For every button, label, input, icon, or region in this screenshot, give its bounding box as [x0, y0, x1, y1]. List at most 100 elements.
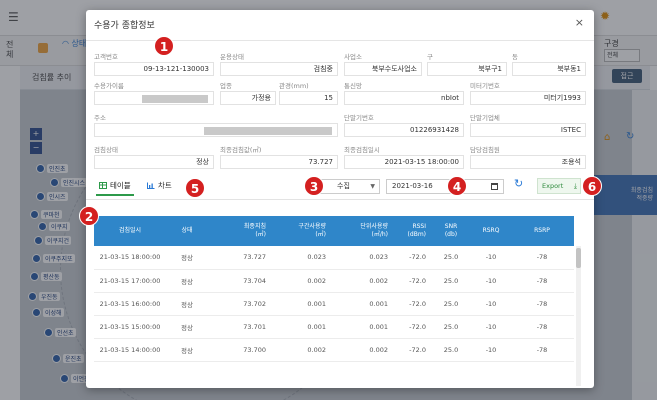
- divider: [86, 199, 594, 200]
- table-cell: 0.001: [330, 315, 392, 339]
- field-value: 미터기1993: [470, 91, 586, 105]
- field-value: 가정용: [220, 91, 276, 105]
- field-label: 운용상태: [220, 53, 244, 61]
- column-header[interactable]: RSSI (dBm): [392, 216, 430, 246]
- column-header[interactable]: RSRQ: [472, 216, 510, 246]
- field-value: 09-13-121-130003: [94, 62, 214, 76]
- table-cell: 73.700: [208, 338, 270, 362]
- column-header[interactable]: 최종지침 (㎥): [208, 216, 270, 246]
- scrollbar-thumb[interactable]: [576, 248, 581, 268]
- callout-marker: 6: [582, 176, 602, 196]
- refresh-icon[interactable]: ↻: [514, 177, 523, 190]
- field-value: 정상: [94, 155, 214, 169]
- table-row[interactable]: 21-03-15 14:00:00 정상 73.700 0.002 0.002 -72.0…: [94, 338, 574, 362]
- table-cell: -72.0: [392, 315, 430, 339]
- table-cell: -72.0: [392, 269, 430, 293]
- table-cell: 21-03-15 14:00:00: [94, 338, 166, 362]
- field-value: 검침중: [220, 62, 338, 76]
- callout-marker: 4: [447, 176, 467, 196]
- table-cell: -78: [510, 269, 574, 293]
- field-label: 고객번호: [94, 53, 118, 61]
- close-button[interactable]: ×: [575, 16, 584, 29]
- field-value: 73.727: [220, 155, 338, 169]
- field-label: 동: [512, 53, 518, 61]
- field-value: 15: [279, 91, 338, 105]
- column-header[interactable]: 검침일시: [94, 216, 166, 246]
- table-cell: 0.023: [270, 246, 330, 270]
- column-header[interactable]: 단위사용량 (㎥/h): [330, 216, 392, 246]
- field-label: 구: [427, 53, 433, 61]
- tab-table[interactable]: 테이블: [96, 178, 134, 196]
- table-cell: 정상: [166, 269, 208, 293]
- calendar-icon[interactable]: [491, 183, 498, 190]
- table-cell: 정상: [166, 246, 208, 270]
- field-label: 사업소: [344, 53, 362, 61]
- field-value: 북부동1: [512, 62, 586, 76]
- table-cell: -72.0: [392, 246, 430, 270]
- table-cell: -78: [510, 246, 574, 270]
- table-icon: [99, 182, 107, 189]
- column-header[interactable]: 상태: [166, 216, 208, 246]
- export-button[interactable]: Export ⤓: [537, 178, 581, 194]
- field-value: 2021-03-15 18:00:00: [344, 155, 464, 169]
- table-cell: -72.0: [392, 292, 430, 316]
- field-value: 북부수도사업소: [344, 62, 422, 76]
- column-header[interactable]: 구간사용량 (㎥): [270, 216, 330, 246]
- date-value: 2021-03-16: [392, 182, 433, 190]
- table-cell: -10: [472, 246, 510, 270]
- field-label: 수용가이름: [94, 82, 124, 90]
- table-cell: 정상: [166, 338, 208, 362]
- table-cell: -10: [472, 338, 510, 362]
- tab-label: 차트: [158, 181, 172, 190]
- download-icon: ⤓: [573, 182, 577, 190]
- interval-select[interactable]: 수집 ▼: [318, 179, 380, 194]
- field-value: ISTEC: [470, 123, 586, 137]
- table-cell: 0.001: [270, 292, 330, 316]
- table-cell: -10: [472, 315, 510, 339]
- table-cell: 21-03-15 16:00:00: [94, 292, 166, 316]
- field-label: 업종: [220, 82, 232, 90]
- redacted-name: [142, 95, 208, 103]
- callout-marker: 5: [185, 178, 205, 198]
- table-cell: 0.002: [270, 338, 330, 362]
- table-cell: 21-03-15 18:00:00: [94, 246, 166, 270]
- table-cell: 73.727: [208, 246, 270, 270]
- date-input[interactable]: 2021-03-16: [386, 179, 504, 194]
- table-cell: 0.002: [330, 338, 392, 362]
- table-row[interactable]: 21-03-15 16:00:00 정상 73.702 0.001 0.001 -72.0…: [94, 292, 574, 316]
- field-label: 담당검침원: [470, 146, 500, 154]
- field-label: 최종검침값(㎥): [220, 146, 262, 154]
- table-cell: 0.002: [330, 269, 392, 293]
- readings-table: 검침일시 상태 최종지침 (㎥) 구간사용량 (㎥) 단위사용량 (㎥/h) R…: [94, 216, 574, 362]
- callout-marker: 3: [304, 176, 324, 196]
- field-value: nbIot: [344, 91, 464, 105]
- table-cell: 25.0: [430, 315, 472, 339]
- table-cell: 정상: [166, 292, 208, 316]
- table-cell: 73.701: [208, 315, 270, 339]
- table-cell: 25.0: [430, 338, 472, 362]
- column-header[interactable]: RSRP: [510, 216, 574, 246]
- table-cell: 73.702: [208, 292, 270, 316]
- table-cell: 25.0: [430, 269, 472, 293]
- table-row[interactable]: 21-03-15 17:00:00 정상 73.704 0.002 0.002 -72.0…: [94, 269, 574, 293]
- tab-chart[interactable]: 차트: [144, 178, 175, 194]
- table-row[interactable]: 21-03-15 18:00:00 정상 73.727 0.023 0.023 -72.0…: [94, 246, 574, 270]
- modal-title: 수용가 종합정보: [94, 21, 155, 31]
- table-cell: 25.0: [430, 292, 472, 316]
- field-label: 관경(mm): [279, 82, 309, 90]
- table-cell: -10: [472, 292, 510, 316]
- table-cell: -10: [472, 269, 510, 293]
- table-cell: 0.002: [270, 269, 330, 293]
- callout-marker: 2: [79, 206, 99, 226]
- table-row[interactable]: 21-03-15 15:00:00 정상 73.701 0.001 0.001 -72.0…: [94, 315, 574, 339]
- field-label: 최종검침일시: [344, 146, 380, 154]
- table-cell: 21-03-15 17:00:00: [94, 269, 166, 293]
- column-header[interactable]: SNR (db): [430, 216, 472, 246]
- interval-select-value: 수집: [337, 182, 350, 190]
- chart-icon: [147, 182, 155, 189]
- export-label: Export: [542, 182, 564, 190]
- customer-info-modal: 수용가 종합정보 × 고객번호 09-13-121-130003 운용상태 검침…: [86, 10, 594, 388]
- field-label: 검침상태: [94, 146, 118, 154]
- table-scrollbar[interactable]: [576, 246, 581, 386]
- table-cell: 0.001: [330, 292, 392, 316]
